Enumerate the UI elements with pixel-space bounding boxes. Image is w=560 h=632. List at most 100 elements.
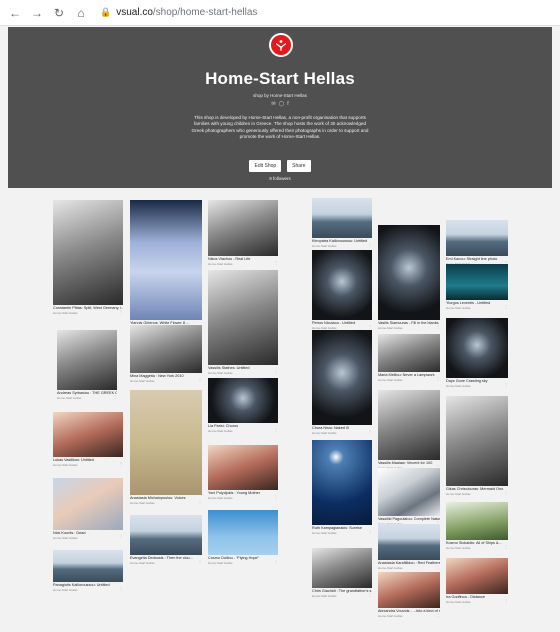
photo-card[interactable]: Andreas Syrbasiou : THE GREEK COUN...Hom…: [57, 330, 117, 402]
photo-caption[interactable]: Anastasia Karafillidou : Red Feathers: [378, 561, 440, 566]
more-options-icon[interactable]: ⋮: [274, 369, 278, 374]
photo-thumbnail[interactable]: [53, 412, 123, 457]
photo-card[interactable]: Lia Parisi: Chorus Home-Start Hellas ⋮: [208, 378, 278, 435]
photo-thumbnail[interactable]: [130, 515, 202, 555]
instagram-icon[interactable]: ◯: [279, 101, 285, 107]
photo-thumbnail[interactable]: [57, 330, 117, 390]
more-options-icon[interactable]: ⋮: [504, 490, 508, 495]
photo-caption[interactable]: Petros Nicolaou - Untitled: [312, 321, 372, 326]
photo-caption[interactable]: Panagiotis Kallioroussou: Untitled: [53, 583, 123, 588]
photo-thumbnail[interactable]: [312, 250, 372, 320]
more-options-icon[interactable]: ⋮: [119, 461, 123, 466]
photo-thumbnail[interactable]: [312, 548, 372, 588]
photo-thumbnail[interactable]: [378, 468, 440, 516]
photo-thumbnail[interactable]: [53, 200, 123, 305]
photo-caption[interactable]: Ruth Kampagianakis: Sunrise: [312, 526, 372, 531]
photo-caption[interactable]: Constantin Pittas: Split, West Germany, …: [53, 306, 123, 311]
photo-card[interactable]: Days Gone Crawling sky Home-Start Hellas ⋮: [446, 318, 508, 390]
photo-card[interactable]: Yiannis Girlenos: White Flower 8 ...Home…: [130, 200, 202, 332]
more-options-icon[interactable]: ⋮: [504, 544, 508, 549]
more-options-icon[interactable]: ⋮: [113, 394, 117, 399]
back-icon[interactable]: ←: [6, 4, 24, 22]
photo-caption[interactable]: Chris Giachidi : The grandfather's s...: [312, 589, 372, 594]
photo-thumbnail[interactable]: [53, 478, 123, 530]
photo-caption[interactable]: Yiorgos Leventis - Untitled: [446, 301, 508, 306]
more-options-icon[interactable]: ⋮: [504, 304, 508, 309]
photo-card[interactable]: Alexandra Vouvois - ...Into a kind of ra…: [378, 572, 440, 620]
more-options-icon[interactable]: ⋮: [274, 559, 278, 564]
photo-card[interactable]: Emi Kanou: Straight line photoHome-Start…: [446, 220, 508, 268]
more-options-icon[interactable]: ⋮: [198, 559, 202, 564]
more-options-icon[interactable]: ⋮: [368, 242, 372, 247]
photo-caption[interactable]: Chora Nisiu: Naked III: [312, 426, 372, 431]
photo-thumbnail[interactable]: [53, 550, 123, 582]
photo-thumbnail[interactable]: [312, 330, 372, 425]
photo-caption[interactable]: Maria Melliou: Never a Lampwork: [378, 373, 440, 378]
photo-caption[interactable]: Alexandra Vouvois - ...Into a kind of ra…: [378, 609, 440, 614]
photo-thumbnail[interactable]: [378, 334, 440, 372]
photo-thumbnail[interactable]: [208, 445, 278, 490]
more-options-icon[interactable]: ⋮: [198, 377, 202, 382]
photo-caption[interactable]: Kosmo Siokaidis: All of Ships &...: [446, 541, 508, 546]
photo-card[interactable]: Evangelia Dedousis : Then the clou... Hom…: [130, 515, 202, 567]
more-options-icon[interactable]: ⋮: [368, 429, 372, 434]
photo-card[interactable]: Anastasia Michalopoulou: Voices Home-Star…: [130, 390, 202, 507]
photo-card[interactable]: Lukas Vasilikos: Untitled Home-Start Hell…: [53, 412, 123, 469]
photo-caption[interactable]: Anastasia Michalopoulou: Voices: [130, 496, 202, 501]
photo-caption[interactable]: Yoni Polydjukis : Young Mother: [208, 491, 278, 496]
photo-card[interactable]: Ruth Kampagianakis: Sunrise Home-Start He…: [312, 440, 372, 537]
photo-card[interactable]: Ira Godfinou - Distance Home-Start Hellas…: [446, 558, 508, 606]
photo-card[interactable]: Kleopatra Kallioroussou: Untitled Home-St…: [312, 198, 372, 250]
photo-card[interactable]: Chris Giachidi : The grandfather's s... H…: [312, 548, 372, 600]
photo-thumbnail[interactable]: [378, 524, 440, 560]
photo-caption[interactable]: Andreas Syrbasiou : THE GREEK COUN...: [57, 391, 117, 396]
photo-caption[interactable]: Evangelia Dedousis : Then the clou...: [130, 556, 202, 561]
photo-thumbnail[interactable]: [208, 270, 278, 365]
photo-card[interactable]: Petros Nicolaou - Untitled Home-Start Hel…: [312, 250, 372, 332]
more-options-icon[interactable]: ⋮: [436, 612, 440, 617]
photo-thumbnail[interactable]: [378, 390, 440, 460]
photo-thumbnail[interactable]: [378, 572, 440, 608]
photo-card[interactable]: Nikos Vlachos - Real Life Home-Start Hell…: [208, 200, 278, 268]
photo-card[interactable]: Vassilis Maalaw: Vincent for 100Home-Sta…: [378, 390, 440, 472]
reload-icon[interactable]: ↻: [50, 4, 68, 22]
photo-card[interactable]: Anastasia Karafillidou : Red Feathers Hom…: [378, 524, 440, 572]
photo-card[interactable]: Cosmo Dolliou - "Flying Hope" Home-Start …: [208, 510, 278, 567]
photo-card[interactable]: Constantin Pittas: Split, West Germany, …: [53, 200, 123, 317]
photo-card[interactable]: Vasilis Siamouras - Fill in the blanks Ho…: [378, 225, 440, 332]
more-options-icon[interactable]: ⋮: [436, 376, 440, 381]
more-options-icon[interactable]: ⋮: [198, 499, 202, 504]
email-icon[interactable]: ✉: [271, 101, 275, 107]
photo-caption[interactable]: Cosmo Dolliou - "Flying Hope": [208, 556, 278, 561]
more-options-icon[interactable]: ⋮: [274, 427, 278, 432]
photo-card[interactable]: Mina Maggetla : New York 2010 Home-Start …: [130, 325, 202, 385]
photo-thumbnail[interactable]: [446, 220, 508, 256]
photo-card[interactable]: Nick Kourtis : Dead Home-Start Hellas ⋮: [53, 478, 123, 542]
photo-caption[interactable]: Vasilis Siamouras - Fill in the blanks: [378, 321, 440, 326]
photo-caption[interactable]: Days Gone Crawling sky: [446, 379, 508, 384]
more-options-icon[interactable]: ⋮: [436, 324, 440, 329]
share-button[interactable]: Share: [287, 160, 311, 172]
photo-caption[interactable]: Lia Parisi: Chorus: [208, 424, 278, 429]
more-options-icon[interactable]: ⋮: [274, 494, 278, 499]
photo-thumbnail[interactable]: [130, 200, 202, 320]
photo-caption[interactable]: Vassiliki Pagoulatou: Complete Nature: [378, 517, 440, 522]
photo-thumbnail[interactable]: [208, 378, 278, 423]
photo-card[interactable]: Vassilis Stathes: Untitled Home-Start Hel…: [208, 270, 278, 377]
photo-card[interactable]: Maria Melliou: Never a Lampwork Home-Star…: [378, 334, 440, 384]
forward-icon[interactable]: →: [28, 4, 46, 22]
photo-caption[interactable]: Emi Kanou: Straight line photo: [446, 257, 508, 262]
photo-thumbnail[interactable]: [130, 325, 202, 373]
photo-caption[interactable]: Ira Godfinou - Distance: [446, 595, 508, 600]
facebook-icon[interactable]: f: [287, 101, 288, 107]
photo-caption[interactable]: Nick Kourtis : Dead: [53, 531, 123, 536]
photo-card[interactable]: Chora Nisiu: Naked III Home-Start Hellas ⋮: [312, 330, 372, 437]
photo-thumbnail[interactable]: [378, 225, 440, 320]
more-options-icon[interactable]: ⋮: [504, 382, 508, 387]
photo-caption[interactable]: Vassilis Stathes: Untitled: [208, 366, 278, 371]
more-options-icon[interactable]: ⋮: [504, 598, 508, 603]
photo-card[interactable]: Yiorgos Leventis - Untitled Home-Start He…: [446, 264, 508, 312]
photo-caption[interactable]: Nikos Vlachos - Real Life: [208, 257, 278, 262]
photo-card[interactable]: Panagiotis Kallioroussou: Untitled Home-S…: [53, 550, 123, 594]
edit-shop-button[interactable]: Edit Shop: [249, 160, 282, 172]
